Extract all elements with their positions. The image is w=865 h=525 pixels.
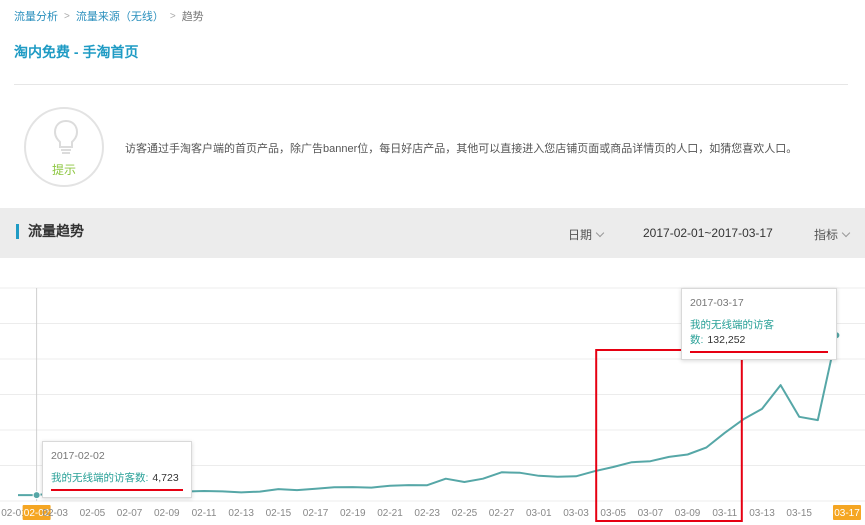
x-tick-label: 03-15 xyxy=(786,508,812,519)
x-tick-label: 02-27 xyxy=(489,508,515,519)
x-tick-label: 02-15 xyxy=(266,508,292,519)
x-tick-label: 03-11 xyxy=(712,508,737,519)
date-select-label: 日期 xyxy=(568,228,593,242)
chart-tooltip-end: 2017-03-17 我的无线端的访客数: 132,252 xyxy=(681,288,837,360)
tip-text: 访客通过手淘客户端的首页产品，除广告banner位，每日好店产品，其他可以直接进… xyxy=(125,143,798,155)
trend-header: 流量趋势 日期 2017-02-01~2017-03-17 指标 xyxy=(0,208,865,258)
trend-title: 流量趋势 xyxy=(16,224,84,239)
tooltip-underline xyxy=(51,489,183,491)
x-tick-label: 03-13 xyxy=(749,508,775,519)
x-tick-label: 02-13 xyxy=(228,508,254,519)
x-tick-label: 02-11 xyxy=(192,508,217,519)
tooltip-label: 我的无线端的访客数: xyxy=(51,472,149,484)
x-tick-label: 03-05 xyxy=(600,508,626,519)
tip-label: 提示 xyxy=(51,163,76,177)
tip-badge: 提示 xyxy=(24,107,104,187)
x-tick-label: 02-23 xyxy=(414,508,440,519)
x-tick-label: 02-25 xyxy=(452,508,478,519)
metric-select-label: 指标 xyxy=(814,228,839,242)
data-point xyxy=(32,491,41,500)
metric-select[interactable]: 指标 xyxy=(814,226,851,243)
x-tick-label: 02-05 xyxy=(80,508,106,519)
x-tick-label: 02-03 xyxy=(42,508,68,519)
breadcrumb-separator: > xyxy=(169,10,176,22)
tooltip-date: 2017-02-02 xyxy=(51,450,105,462)
x-tick-label: 02-07 xyxy=(117,508,143,519)
breadcrumb: 流量分析 > 流量来源（无线） > 趋势 xyxy=(14,8,204,24)
tooltip-value: 132,252 xyxy=(707,334,746,346)
tooltip-underline xyxy=(690,351,828,353)
tooltip-value: 4,723 xyxy=(152,472,179,484)
page-title: 淘内免费 - 手淘首页 xyxy=(14,44,139,60)
x-tick-label: 03-09 xyxy=(675,508,701,519)
x-tick-label: 02-17 xyxy=(303,508,329,519)
x-tick-label: 02-21 xyxy=(377,508,403,519)
lightbulb-icon xyxy=(53,119,79,154)
breadcrumb-item-traffic-analysis[interactable]: 流量分析 xyxy=(14,8,58,24)
x-tick-label: 03-01 xyxy=(526,508,552,519)
x-tick-label: 03-03 xyxy=(563,508,589,519)
breadcrumb-separator: > xyxy=(64,10,70,22)
x-tick-label: 03-07 xyxy=(638,508,664,519)
date-select[interactable]: 日期 xyxy=(568,226,605,243)
x-tick-label: 02-09 xyxy=(154,508,180,519)
chart-tooltip-start: 2017-02-02 我的无线端的访客数: 4,723 xyxy=(42,441,192,498)
date-range[interactable]: 2017-02-01~2017-03-17 xyxy=(643,226,773,240)
chevron-down-icon xyxy=(595,228,605,238)
divider xyxy=(14,84,848,85)
breadcrumb-item-traffic-source[interactable]: 流量来源（无线） xyxy=(76,8,164,24)
chevron-down-icon xyxy=(841,228,851,238)
breadcrumb-item-current: 趋势 xyxy=(181,11,204,23)
x-tick-label: 02-19 xyxy=(340,508,366,519)
tooltip-date: 2017-03-17 xyxy=(690,297,744,309)
x-tick-label: 03-17 xyxy=(834,508,860,519)
